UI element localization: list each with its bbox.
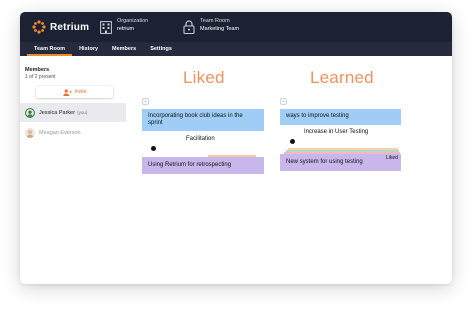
card-learned-3[interactable]: New system for using testing xyxy=(280,154,401,171)
tab-history[interactable]: History xyxy=(72,42,105,56)
member-you-suffix: (you) xyxy=(77,110,88,115)
top-bar: Retrium Organization retrium Team Room M… xyxy=(20,12,452,42)
member-item-jessica-parker[interactable]: Jessica Parker (you) xyxy=(20,103,126,122)
avatar xyxy=(25,107,35,118)
card-text: ways to improve testing xyxy=(286,113,349,120)
card-text: Using Retrium for retrospecting xyxy=(148,161,232,168)
app-window: Retrium Organization retrium Team Room M… xyxy=(20,12,452,284)
member-name: Jessica Parker xyxy=(39,109,76,116)
tab-team-room[interactable]: Team Room xyxy=(27,42,73,56)
tab-members[interactable]: Members xyxy=(105,42,143,56)
members-sidebar: Members 1 of 2 present Invite Jessica Pa… xyxy=(20,56,128,284)
invite-button[interactable]: Invite xyxy=(36,86,113,98)
main-nav: Team Room History Members Settings xyxy=(20,42,452,56)
drag-handle-icon[interactable] xyxy=(290,139,295,144)
card-text: Increase in User Testing xyxy=(304,128,369,135)
member-item-meagan-everson[interactable]: Meagan Everson xyxy=(20,123,126,142)
stack-label: Liked xyxy=(386,155,398,161)
card-learned-1[interactable]: ways to improve testing xyxy=(280,109,401,125)
card-liked-3[interactable]: Using Retrium for retrospecting xyxy=(142,157,264,174)
avatar xyxy=(25,127,35,138)
user-avatar-icon xyxy=(26,108,34,117)
card-learned-2[interactable]: Increase in User Testing xyxy=(298,127,398,138)
invite-label: Invite xyxy=(74,89,87,95)
app-name: Retrium xyxy=(50,21,90,33)
team-room-switcher[interactable]: Team Room Marketing Team xyxy=(183,18,239,34)
user-avatar-icon xyxy=(25,127,35,138)
organization-value: retrium xyxy=(117,26,135,32)
members-title: Members xyxy=(25,67,50,73)
member-name: Meagan Everson xyxy=(39,129,81,136)
retrium-logo-icon xyxy=(32,20,46,34)
organization-label: Organization xyxy=(117,18,149,24)
column-title-liked: Liked xyxy=(183,68,225,87)
team-room-value: Marketing Team xyxy=(200,26,240,32)
card-text: Incorporating book club ideas in the spr… xyxy=(148,112,243,127)
retrium-logo[interactable]: Retrium xyxy=(32,20,89,34)
tab-settings[interactable]: Settings xyxy=(143,42,179,56)
organization-switcher[interactable]: Organization retrium xyxy=(100,18,148,34)
drag-handle-icon[interactable] xyxy=(151,146,156,151)
team-room-label: Team Room xyxy=(200,18,230,24)
lock-icon xyxy=(183,20,195,34)
members-count: 1 of 2 present xyxy=(25,74,56,80)
card-text: Facilitation xyxy=(186,135,215,142)
building-icon xyxy=(100,21,112,34)
card-text: New system for using testing xyxy=(286,158,363,165)
add-card-liked-icon[interactable]: + xyxy=(142,98,149,105)
card-liked-2[interactable]: Facilitation xyxy=(180,134,260,145)
card-liked-1[interactable]: Incorporating book club ideas in the spr… xyxy=(142,109,264,131)
column-title-learned: Learned xyxy=(310,68,374,87)
add-user-icon xyxy=(62,88,72,96)
add-card-learned-icon[interactable]: + xyxy=(280,98,287,105)
